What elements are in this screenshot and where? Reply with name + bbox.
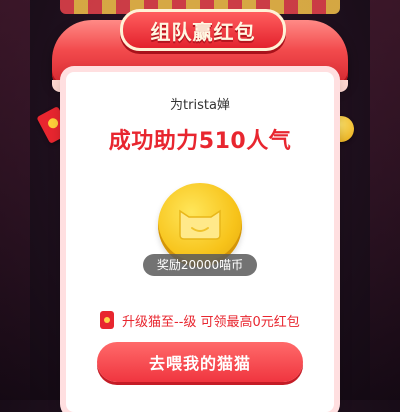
- cat-face-icon: [179, 209, 221, 240]
- helper-for-text: 为trista婵: [170, 98, 230, 113]
- title-plate: 组队赢红包: [120, 9, 286, 51]
- red-envelope-icon: [100, 311, 114, 329]
- reward-badge: 奖励20000喵币: [143, 254, 257, 276]
- upgrade-hint-row: 升级猫至--级 可领最高0元红包: [100, 311, 320, 330]
- page-title: 组队赢红包: [150, 19, 256, 44]
- feed-my-cat-button[interactable]: 去喂我的猫猫: [97, 342, 303, 382]
- upgrade-hint-text: 升级猫至--级 可领最高0元红包: [122, 314, 300, 330]
- right-background-glow: [370, 0, 400, 400]
- assist-success-headline: 成功助力510人气: [108, 129, 292, 154]
- left-background-glow: [0, 0, 30, 400]
